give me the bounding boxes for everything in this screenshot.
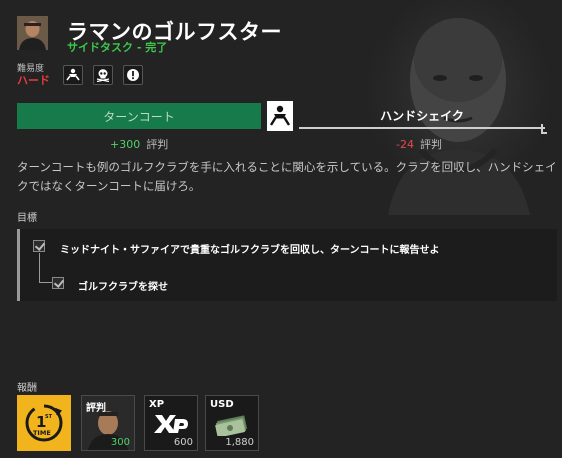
mission-subtitle: サイドタスク - 完了 xyxy=(67,39,167,55)
reputation-value: -24 xyxy=(396,138,414,151)
mission-type: サイドタスク xyxy=(67,41,133,54)
objective-main: ミッドナイト・サファイアで貴重なゴルフクラブを回収し、ターンコートに報告せよ xyxy=(60,245,440,256)
reward-xp: XP 600 xyxy=(144,395,198,451)
cash-icon xyxy=(215,415,247,436)
objective-tree-line xyxy=(39,253,52,283)
handshake-icon xyxy=(267,101,293,131)
objective-checkbox xyxy=(33,240,45,252)
reward-label: XP xyxy=(149,399,165,410)
svg-text:ST: ST xyxy=(45,414,53,420)
rewards-title: 報酬 xyxy=(17,383,37,394)
svg-text:TIME: TIME xyxy=(33,429,51,437)
turncoat-reputation: +300 評判 xyxy=(110,136,168,152)
objective-checkbox xyxy=(52,277,64,289)
reward-label: 評判 xyxy=(86,403,106,414)
handshake-reputation: -24 評判 xyxy=(396,136,442,152)
handshake-icon xyxy=(63,65,83,85)
objectives-title: 目標 xyxy=(17,213,37,224)
alert-icon xyxy=(123,65,143,85)
xp-icon xyxy=(154,415,188,433)
reward-reputation: 評判 300 xyxy=(81,395,135,451)
skull-icon xyxy=(93,65,113,85)
reward-value: 300 xyxy=(110,437,130,448)
choice-handshake-button[interactable]: ハンドシェイク xyxy=(299,103,545,129)
choice-turncoat-button[interactable]: ターンコート xyxy=(17,103,261,129)
avatar xyxy=(17,16,48,50)
reputation-label: 評判 xyxy=(419,138,442,151)
mission-status: 完了 xyxy=(145,41,168,54)
reputation-value: +300 xyxy=(110,138,141,151)
reward-first-time: 1 ST TIME xyxy=(17,395,71,451)
subtitle-separator: - xyxy=(136,41,142,54)
objectives-panel: ミッドナイト・サファイアで貴重なゴルフクラブを回収し、ターンコートに報告せよ ゴ… xyxy=(17,229,557,301)
reward-label: USD xyxy=(210,399,234,410)
selected-marker xyxy=(541,124,547,134)
objective-sub: ゴルフクラブを探せ xyxy=(78,282,168,293)
reputation-label: 評判 xyxy=(146,138,169,151)
reward-value: 1,880 xyxy=(225,437,254,448)
mission-description: ターンコートも例のゴルフクラブを手に入れることに関心を示している。クラブを回収し… xyxy=(17,160,557,193)
first-time-icon: 1 ST TIME xyxy=(18,396,70,450)
reward-value: 600 xyxy=(173,437,193,448)
reward-usd: USD 1,880 xyxy=(205,395,259,451)
difficulty-value: ハード xyxy=(17,74,50,87)
